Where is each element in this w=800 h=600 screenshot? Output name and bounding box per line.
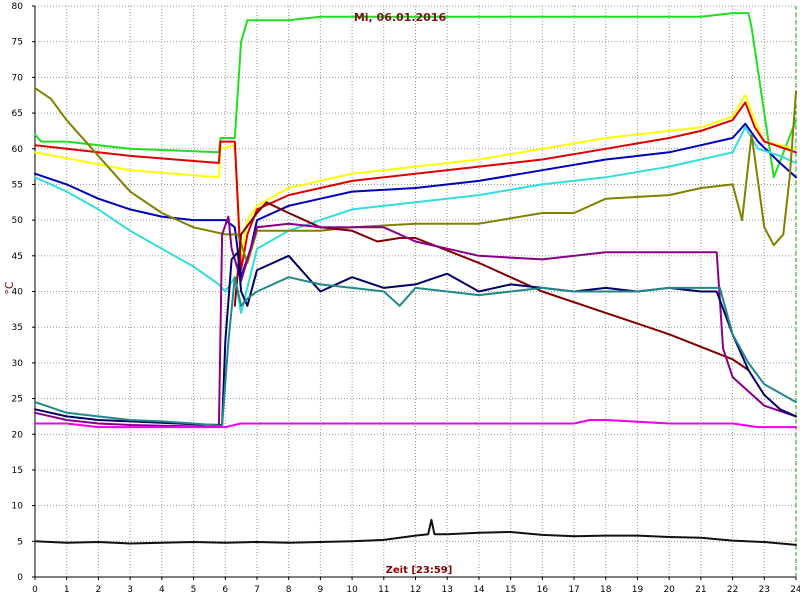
x-tick-label-9: 9: [318, 585, 324, 595]
x-tick-label-23: 23: [759, 585, 770, 595]
x-tick-label-10: 10: [346, 585, 358, 595]
y-tick-label-4: 20: [12, 430, 24, 440]
x-tick-label-18: 18: [600, 585, 612, 595]
x-tick-label-16: 16: [537, 585, 549, 595]
y-tick-label-3: 15: [12, 466, 23, 476]
y-tick-label-9: 45: [12, 252, 23, 262]
y-tick-label-12: 60: [12, 145, 24, 155]
x-tick-label-6: 6: [222, 585, 228, 595]
x-tick-label-8: 8: [286, 585, 292, 595]
x-tick-label-19: 19: [632, 585, 644, 595]
y-tick-label-7: 35: [12, 323, 23, 333]
x-tick-label-13: 13: [441, 585, 452, 595]
y-tick-label-14: 70: [12, 73, 24, 83]
y-tick-label-2: 10: [12, 502, 24, 512]
x-tick-label-7: 7: [254, 585, 260, 595]
y-tick-label-1: 5: [17, 537, 23, 547]
x-axis-label: Zeit [23:59]: [386, 565, 453, 576]
x-tick-label-11: 11: [378, 585, 389, 595]
y-axis-label: °C: [3, 281, 16, 295]
x-tick-label-21: 21: [695, 585, 706, 595]
x-tick-label-17: 17: [568, 585, 579, 595]
y-tick-label-11: 55: [12, 180, 23, 190]
x-tick-label-1: 1: [64, 585, 70, 595]
y-tick-label-10: 50: [12, 216, 24, 226]
x-tick-label-20: 20: [663, 585, 675, 595]
x-tick-label-2: 2: [96, 585, 102, 595]
y-tick-label-15: 75: [12, 38, 23, 48]
x-tick-label-24: 24: [790, 585, 800, 595]
chart-background: [0, 0, 800, 600]
y-tick-label-5: 25: [12, 395, 23, 405]
y-tick-label-13: 65: [12, 109, 23, 119]
y-tick-label-6: 30: [12, 359, 24, 369]
x-tick-label-3: 3: [127, 585, 133, 595]
x-tick-label-5: 5: [191, 585, 197, 595]
line-chart: 05101520253035404550556065707580 0123456…: [0, 0, 800, 600]
y-tick-label-0: 0: [17, 573, 23, 583]
chart-title: Mi, 06.01.2016: [354, 11, 447, 24]
x-tick-label-0: 0: [32, 585, 38, 595]
y-tick-label-16: 80: [12, 2, 24, 12]
x-tick-label-12: 12: [410, 585, 421, 595]
x-tick-label-14: 14: [473, 585, 485, 595]
x-tick-label-22: 22: [727, 585, 738, 595]
x-tick-label-4: 4: [159, 585, 165, 595]
x-tick-label-15: 15: [505, 585, 516, 595]
